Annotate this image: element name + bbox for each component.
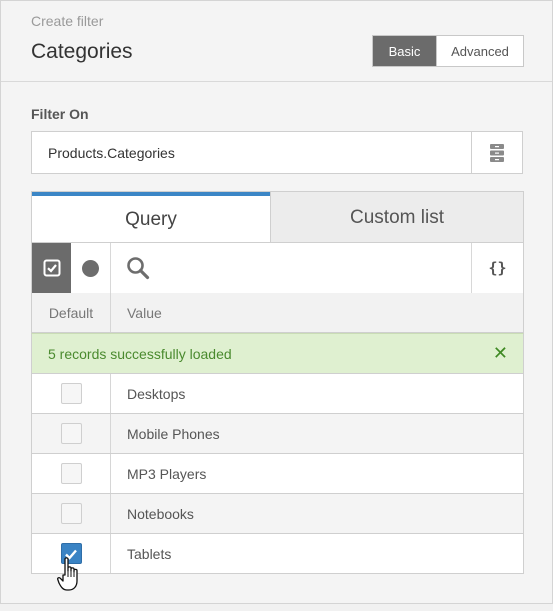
checkbox-icon [43, 259, 60, 277]
table-row: Notebooks [31, 494, 524, 534]
default-checkbox[interactable] [60, 383, 82, 404]
filter-on-field[interactable]: Products.Categories [31, 131, 472, 174]
table-row: MP3 Players [31, 454, 524, 494]
select-all-toggle[interactable] [32, 243, 71, 293]
panel-header: Create filter Categories Basic Advanced [1, 1, 552, 82]
query-toolbar: {} [31, 242, 524, 294]
default-checkbox[interactable] [60, 423, 82, 444]
row-value: Mobile Phones [127, 425, 220, 442]
table-row: Desktops [31, 374, 524, 414]
success-notice: 5 records successfully loaded ✕ [31, 333, 524, 374]
row-value: Tablets [127, 545, 172, 562]
column-value: Value [127, 304, 162, 321]
default-checkbox[interactable] [60, 543, 82, 564]
expression-button[interactable]: {} [471, 243, 523, 293]
table-header: Default Value [31, 293, 524, 333]
dot-icon [82, 259, 99, 277]
tab-custom-list[interactable]: Custom list [270, 192, 523, 243]
filter-on-picker-button[interactable] [471, 131, 523, 174]
row-value: MP3 Players [127, 465, 207, 482]
default-checkbox[interactable] [60, 503, 82, 524]
basic-mode-button[interactable]: Basic [373, 36, 436, 66]
table-row: Mobile Phones [31, 414, 524, 454]
source-tabs: Query Custom list [31, 191, 524, 243]
column-default: Default [32, 293, 111, 332]
row-value: Notebooks [127, 505, 194, 522]
default-checkbox[interactable] [60, 463, 82, 484]
panel-title: Categories [31, 40, 133, 63]
notice-text: 5 records successfully loaded [48, 345, 232, 362]
mode-toggle: Basic Advanced [372, 35, 524, 67]
search-field[interactable] [111, 243, 471, 293]
list-picker-icon [490, 143, 504, 162]
create-filter-panel: Create filter Categories Basic Advanced … [0, 0, 553, 604]
records-list: Desktops Mobile Phones MP3 Players Noteb… [31, 374, 524, 574]
radio-toggle[interactable] [71, 243, 111, 293]
close-icon[interactable]: ✕ [493, 343, 508, 364]
table-row: Tablets [31, 534, 524, 574]
advanced-mode-button[interactable]: Advanced [436, 36, 523, 66]
row-value: Desktops [127, 385, 186, 402]
search-icon [127, 257, 150, 280]
tab-query[interactable]: Query [32, 192, 270, 243]
filter-on-label: Filter On [31, 106, 89, 122]
panel-subtitle: Create filter [31, 13, 104, 29]
checkmark-icon [65, 549, 77, 560]
